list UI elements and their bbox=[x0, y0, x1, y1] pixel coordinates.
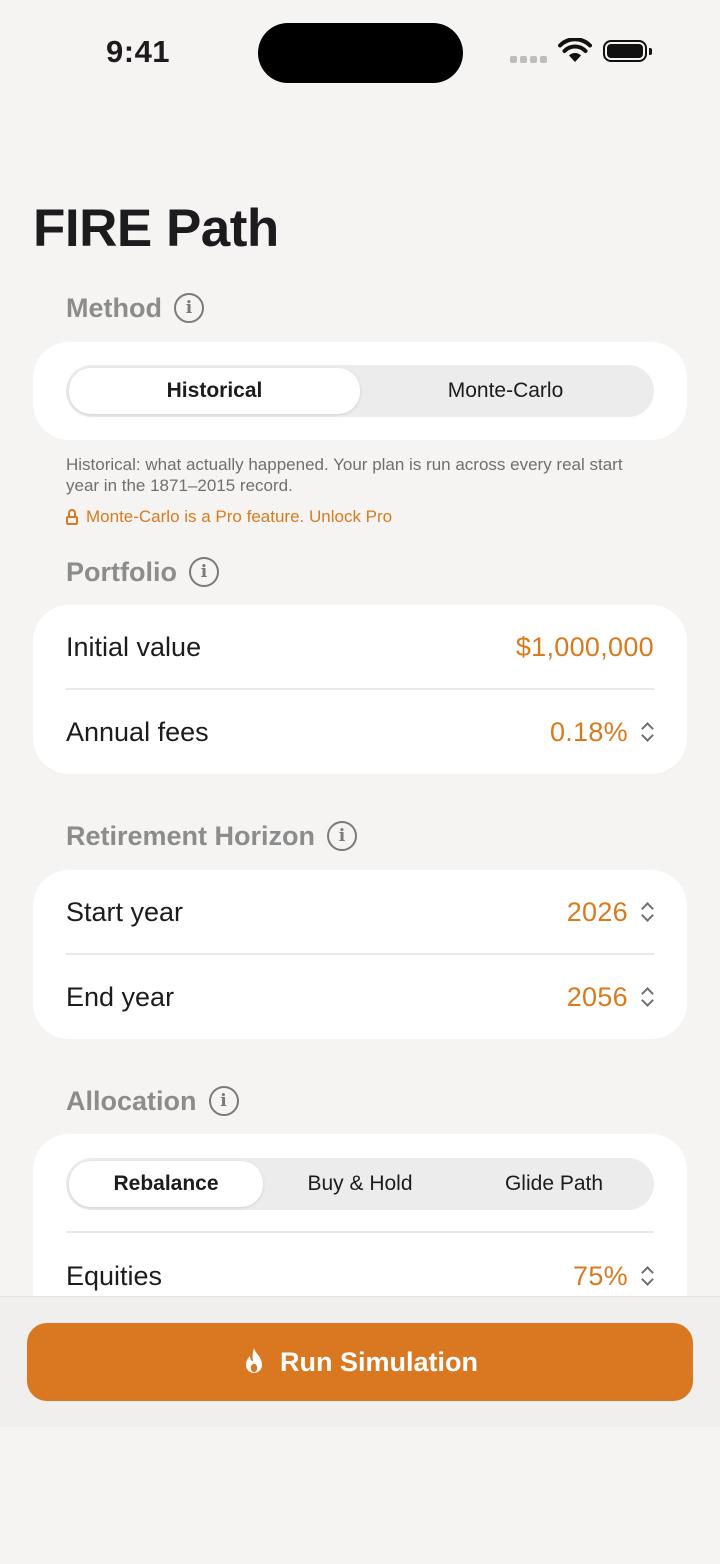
flame-icon bbox=[246, 1348, 262, 1373]
stepper-icon[interactable] bbox=[640, 721, 654, 743]
pro-notice-text: Monte-Carlo is a Pro feature. Unlock Pro bbox=[86, 507, 393, 526]
horizon-header: Retirement Horizon i bbox=[66, 818, 358, 854]
battery-icon bbox=[603, 40, 652, 62]
equities-label: Equities bbox=[66, 1260, 163, 1291]
annual-fees-label: Annual fees bbox=[66, 716, 209, 747]
method-helper-text: Historical: what actually happened. Your… bbox=[66, 455, 623, 495]
method-header-label: Method bbox=[66, 292, 162, 323]
status-time: 9:41 bbox=[106, 34, 171, 69]
method-segmented-control: Historical Monte-Carlo bbox=[66, 365, 654, 417]
wifi-icon bbox=[558, 38, 592, 62]
run-simulation-label: Run Simulation bbox=[280, 1346, 478, 1377]
allocation-option-buy-hold[interactable]: Buy & Hold bbox=[263, 1161, 457, 1207]
allocation-header: Allocation i bbox=[66, 1083, 239, 1119]
dynamic-island bbox=[258, 23, 463, 83]
stepper-icon[interactable] bbox=[640, 901, 654, 923]
start-year-value[interactable]: 2026 bbox=[567, 897, 628, 928]
portfolio-header-label: Portfolio bbox=[66, 556, 177, 587]
allocation-segmented-control: Rebalance Buy & Hold Glide Path bbox=[66, 1158, 654, 1210]
stepper-icon[interactable] bbox=[640, 986, 654, 1008]
end-year-row[interactable]: End year 2056 bbox=[66, 955, 654, 1039]
run-simulation-button[interactable]: Run Simulation bbox=[27, 1323, 693, 1401]
status-bar: 9:41 bbox=[0, 0, 720, 110]
allocation-option-glide-path[interactable]: Glide Path bbox=[457, 1161, 651, 1207]
page-title: FIRE Path bbox=[33, 199, 279, 258]
signal-icon bbox=[510, 56, 548, 64]
stepper-icon[interactable] bbox=[640, 1265, 654, 1287]
portfolio-header: Portfolio i bbox=[66, 554, 219, 590]
portfolio-card: Initial value $1,000,000 Annual fees 0.1… bbox=[33, 605, 687, 774]
divider bbox=[66, 1231, 654, 1233]
initial-value-row[interactable]: Initial value $1,000,000 bbox=[66, 605, 654, 689]
pro-notice[interactable]: Monte-Carlo is a Pro feature. Unlock Pro bbox=[66, 507, 392, 527]
horizon-info-icon[interactable]: i bbox=[327, 821, 358, 851]
start-year-label: Start year bbox=[66, 896, 184, 927]
allocation-info-icon[interactable]: i bbox=[208, 1086, 239, 1116]
method-option-monte-carlo[interactable]: Monte-Carlo bbox=[360, 368, 651, 414]
horizon-card: Start year 2026 End year 2056 bbox=[33, 870, 687, 1039]
end-year-value[interactable]: 2056 bbox=[567, 982, 628, 1013]
lock-icon bbox=[66, 509, 78, 525]
allocation-header-label: Allocation bbox=[66, 1085, 197, 1116]
equities-value[interactable]: 75% bbox=[573, 1261, 628, 1292]
annual-fees-row[interactable]: Annual fees 0.18% bbox=[66, 690, 654, 774]
method-info-icon[interactable]: i bbox=[173, 293, 204, 323]
method-header: Method i bbox=[66, 290, 204, 326]
method-option-historical[interactable]: Historical bbox=[69, 368, 360, 414]
annual-fees-value[interactable]: 0.18% bbox=[550, 717, 628, 748]
start-year-row[interactable]: Start year 2026 bbox=[66, 870, 654, 954]
allocation-option-rebalance[interactable]: Rebalance bbox=[69, 1161, 263, 1207]
initial-value-label: Initial value bbox=[66, 631, 202, 662]
initial-value-value[interactable]: $1,000,000 bbox=[516, 632, 654, 663]
portfolio-info-icon[interactable]: i bbox=[188, 557, 219, 587]
horizon-header-label: Retirement Horizon bbox=[66, 820, 316, 851]
method-card: Historical Monte-Carlo bbox=[33, 342, 687, 440]
end-year-label: End year bbox=[66, 981, 175, 1012]
